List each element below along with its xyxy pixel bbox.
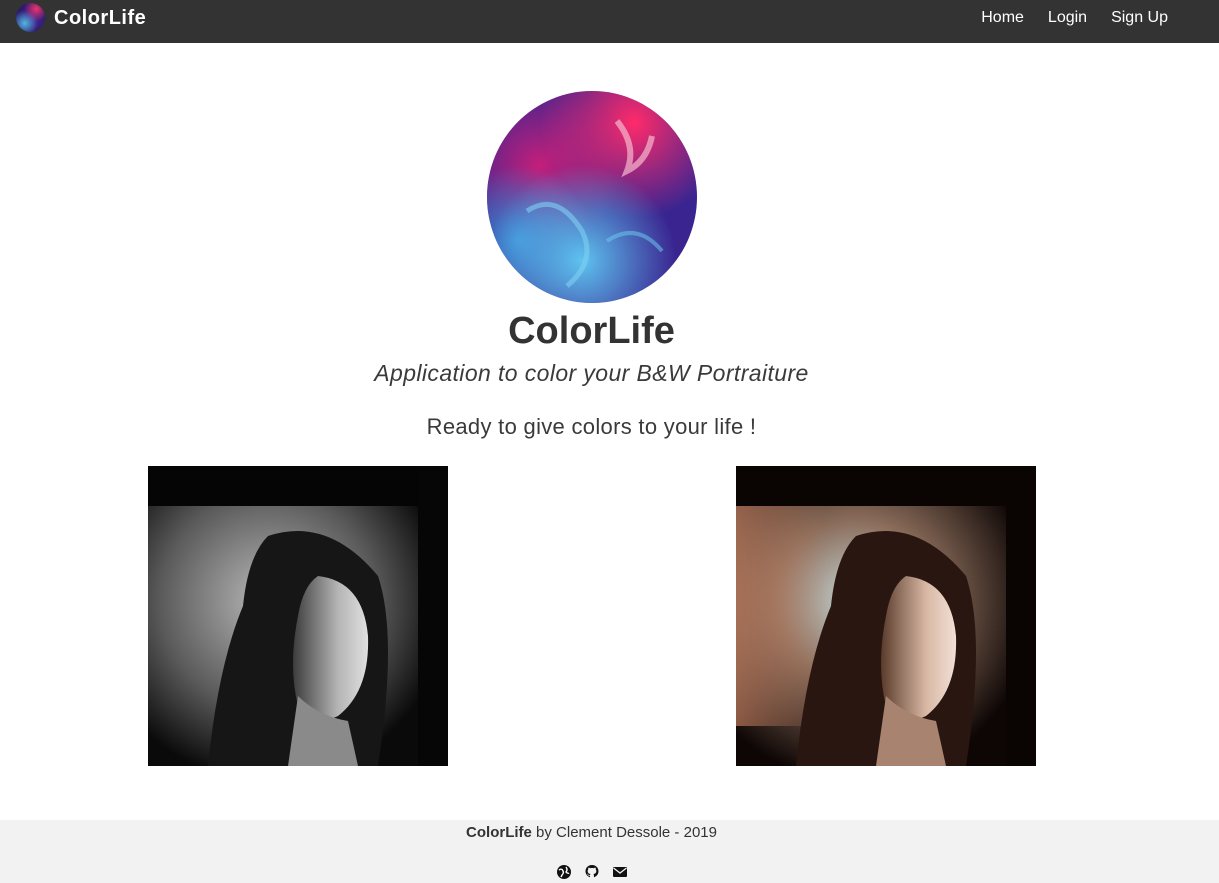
tagline: Ready to give colors to your life ! [426,414,757,439]
page-title: ColorLife [508,310,675,352]
hero-image [487,91,697,303]
brand-logo [16,3,45,32]
footer-credit: ColorLife by Clement Dessole - 2019 [0,824,1183,841]
ink-smoke-image [487,91,697,303]
footer: ColorLife by Clement Dessole - 2019 [0,820,1219,883]
nav-link-signup[interactable]: Sign Up [1111,8,1168,28]
github-icon[interactable] [584,864,600,880]
navbar: ColorLife Home Login Sign Up [0,0,1219,43]
footer-brand: ColorLife [466,824,532,841]
footer-credit-text: by Clement Dessole - 2019 [531,824,717,841]
nav-links: Home Login Sign Up [957,8,1168,28]
nav-link-login[interactable]: Login [1048,8,1087,28]
brand-link[interactable]: ColorLife [16,3,146,32]
globe-icon[interactable] [556,864,572,880]
envelope-icon[interactable] [612,864,628,880]
page-subtitle: Application to color your B&W Portraitur… [374,360,809,386]
nav-link-home[interactable]: Home [981,8,1024,28]
footer-icons [556,864,628,880]
brand-name: ColorLife [54,6,147,29]
colorized-portrait-image [736,466,1036,766]
bw-portrait-image [148,466,448,766]
